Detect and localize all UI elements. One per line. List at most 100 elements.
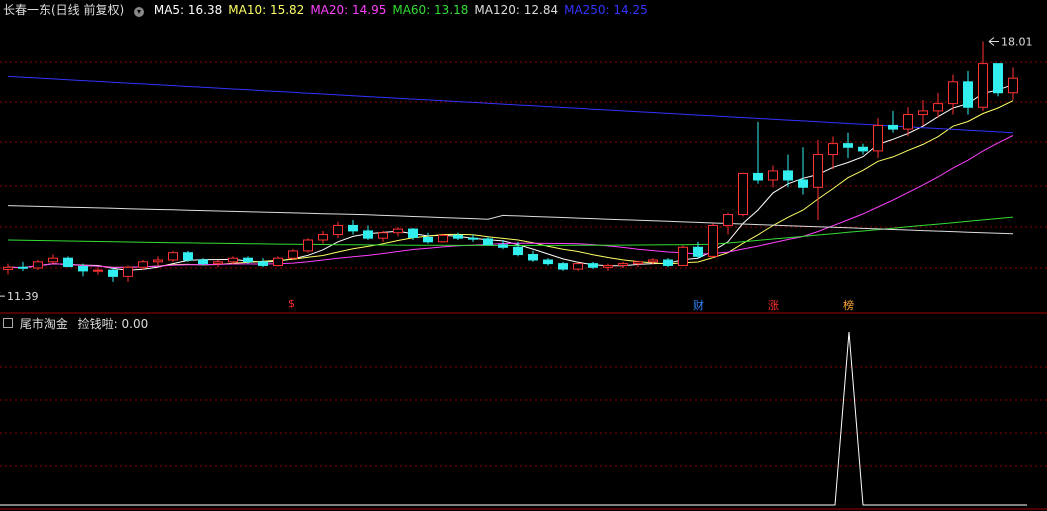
candle[interactable] <box>858 143 868 155</box>
low-price-label: 11.39 <box>7 290 39 303</box>
candle-body <box>318 234 328 241</box>
candle[interactable] <box>813 140 823 220</box>
candle-body <box>768 170 778 181</box>
candle-body <box>558 263 568 270</box>
candle[interactable] <box>363 225 373 240</box>
candle[interactable] <box>423 232 433 244</box>
candle[interactable] <box>618 261 628 268</box>
candle[interactable] <box>888 110 898 133</box>
candle[interactable] <box>993 63 1003 97</box>
candle-body <box>588 263 598 268</box>
event-marker[interactable]: 财 <box>693 297 704 313</box>
candle[interactable] <box>738 172 748 217</box>
panel-icon[interactable] <box>3 318 13 328</box>
candle-body <box>813 154 823 188</box>
candle[interactable] <box>663 258 673 268</box>
candle[interactable] <box>843 132 853 159</box>
candle[interactable] <box>603 263 613 271</box>
candle-body <box>918 110 928 116</box>
candle[interactable] <box>918 100 928 126</box>
candle-body <box>888 124 898 130</box>
candle[interactable] <box>558 261 568 271</box>
candle[interactable] <box>318 230 328 244</box>
candle[interactable] <box>18 261 28 271</box>
candle[interactable] <box>168 250 178 262</box>
candle-body <box>423 236 433 243</box>
candle[interactable] <box>273 256 283 267</box>
candle[interactable] <box>633 260 643 268</box>
candle[interactable] <box>3 263 13 275</box>
candle[interactable] <box>303 238 313 253</box>
candle[interactable] <box>183 250 193 262</box>
candle[interactable] <box>453 232 463 240</box>
candle-body <box>723 214 733 226</box>
candle-body <box>453 234 463 239</box>
candle[interactable] <box>438 233 448 243</box>
candle[interactable] <box>978 41 988 111</box>
candle-body <box>78 266 88 272</box>
candle[interactable] <box>543 258 553 266</box>
indicator-title[interactable]: 尾市淘金 <box>20 317 68 331</box>
candle-body <box>618 263 628 266</box>
candle-body <box>498 244 508 248</box>
candle[interactable] <box>213 260 223 268</box>
candle-body <box>243 257 253 263</box>
candle[interactable] <box>528 250 538 262</box>
candle[interactable] <box>678 245 688 266</box>
dropdown-chevron-icon[interactable]: ▾ <box>134 7 145 17</box>
candle[interactable] <box>153 256 163 266</box>
ma-line-ma120 <box>7 205 1014 235</box>
indicator-panel[interactable] <box>0 331 1027 506</box>
stock-title[interactable]: 长春一东(日线 前复权) <box>3 3 124 17</box>
candle[interactable] <box>768 165 778 188</box>
candle[interactable] <box>348 220 358 235</box>
candle-body <box>303 239 313 252</box>
candle-body <box>1008 77 1018 94</box>
candle-body <box>858 146 868 152</box>
candle[interactable] <box>1008 67 1018 100</box>
ma-line-ma20 <box>7 135 1014 269</box>
price-annotations: 18.01 11.39 <box>0 35 1033 303</box>
candle-body <box>828 143 838 156</box>
candle-body <box>468 237 478 240</box>
candle-body <box>948 81 958 105</box>
candle[interactable] <box>723 212 733 235</box>
candle-body <box>648 259 658 263</box>
candle[interactable] <box>393 227 403 237</box>
candle-body <box>183 252 193 261</box>
candle-body <box>258 261 268 266</box>
candle[interactable] <box>753 121 763 184</box>
candle[interactable] <box>573 262 583 271</box>
event-marker[interactable]: $ <box>288 297 295 310</box>
candle[interactable] <box>483 236 493 246</box>
candle[interactable] <box>333 221 343 239</box>
candle-body <box>378 232 388 239</box>
candle[interactable] <box>48 254 58 264</box>
candle[interactable] <box>948 74 958 115</box>
candle[interactable] <box>963 70 973 115</box>
candle[interactable] <box>828 136 838 170</box>
indicator-value: 捡钱啦: 0.00 <box>77 317 149 331</box>
event-marker[interactable]: 榜 <box>843 297 854 313</box>
candle[interactable] <box>798 147 808 195</box>
stock-chart[interactable]: 18.01 11.39 <box>0 0 1047 511</box>
ma-label-ma10: MA10: 15.82 <box>228 3 305 17</box>
candle[interactable] <box>288 249 298 260</box>
candle[interactable] <box>378 230 388 242</box>
candle[interactable] <box>708 223 718 259</box>
candle-body <box>663 259 673 266</box>
candle-body <box>228 257 238 263</box>
candle-body <box>693 246 703 257</box>
candle-body <box>543 259 553 265</box>
candle-body <box>48 257 58 263</box>
candle[interactable] <box>108 268 118 282</box>
candle-body <box>753 172 763 181</box>
main-chart-header: 长春一东(日线 前复权) ▾ MA5: 16.38 MA10: 15.82 MA20… <box>3 3 660 17</box>
candle[interactable] <box>123 265 133 282</box>
candle[interactable] <box>63 256 73 268</box>
candle[interactable] <box>33 260 43 271</box>
event-marker[interactable]: 涨 <box>768 297 779 313</box>
candle[interactable] <box>873 118 883 159</box>
candle-body <box>408 228 418 238</box>
candle[interactable] <box>258 258 268 268</box>
